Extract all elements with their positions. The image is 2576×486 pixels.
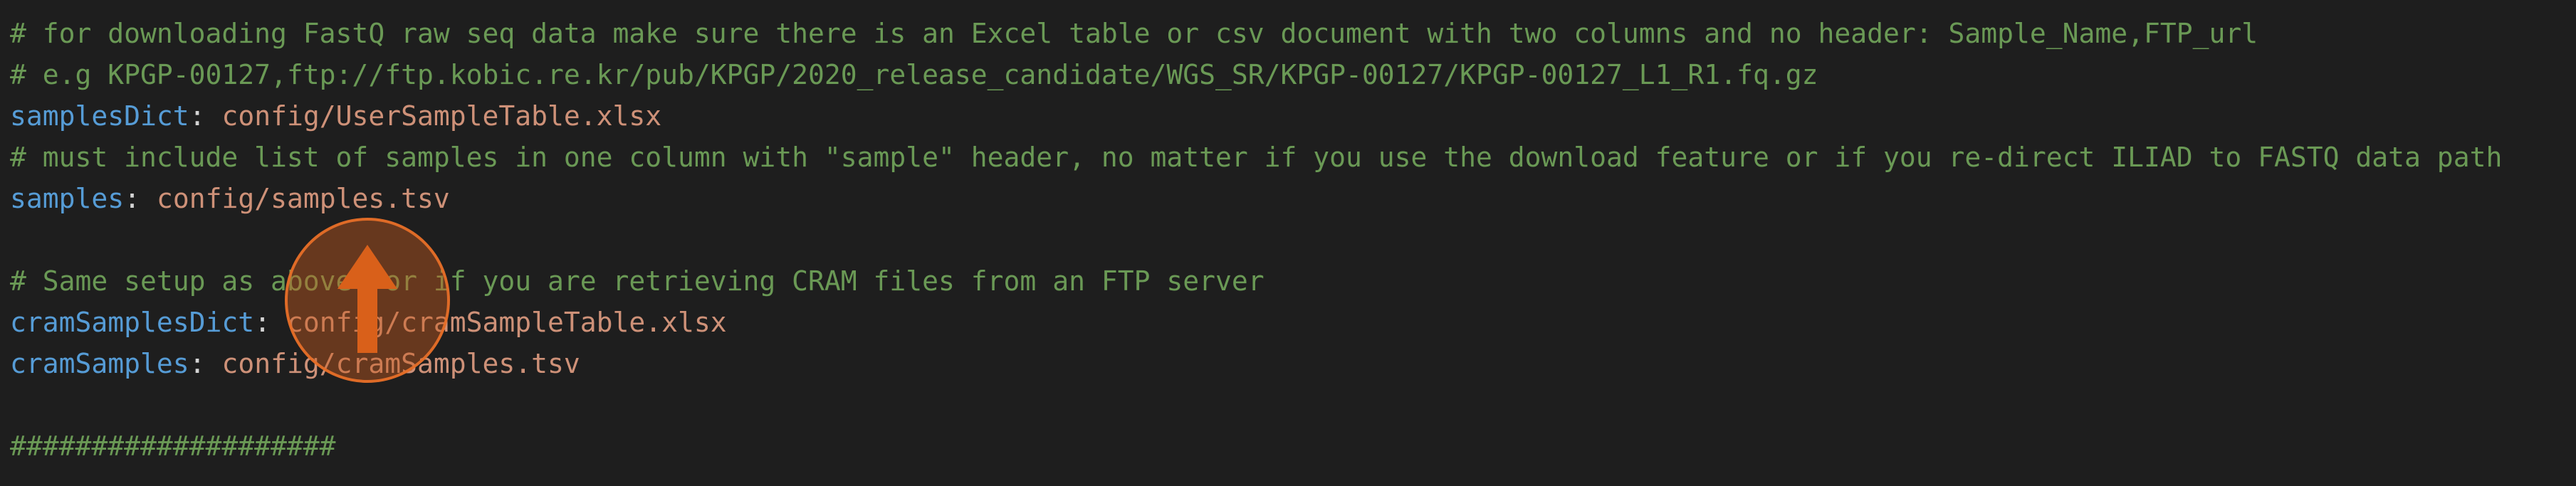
config-value: config/samples.tsv bbox=[156, 183, 450, 214]
config-line-samples[interactable]: samples: config/samples.tsv bbox=[10, 178, 450, 219]
comment-line-cram-note[interactable]: # Same setup as above for if you are ret… bbox=[10, 260, 1265, 302]
comment-text: # must include list of samples in one co… bbox=[10, 142, 2503, 173]
config-key: samplesDict bbox=[10, 100, 189, 132]
key-separator: : bbox=[189, 100, 206, 132]
key-separator: : bbox=[124, 183, 141, 214]
config-line-samplesdict[interactable]: samplesDict: config/UserSampleTable.xlsx bbox=[10, 95, 661, 137]
comment-text: #################### bbox=[10, 430, 336, 462]
comment-text: # e.g KPGP-00127,ftp://ftp.kobic.re.kr/p… bbox=[10, 59, 1818, 90]
config-key: cramSamplesDict bbox=[10, 307, 255, 338]
comment-line-example[interactable]: # e.g KPGP-00127,ftp://ftp.kobic.re.kr/p… bbox=[10, 54, 1818, 95]
key-separator: : bbox=[254, 307, 271, 338]
comment-line-divider[interactable]: #################### bbox=[10, 426, 336, 467]
up-arrow-icon bbox=[337, 245, 397, 353]
config-key: cramSamples bbox=[10, 348, 189, 379]
code-editor[interactable]: # for downloading FastQ raw seq data mak… bbox=[0, 0, 2576, 486]
cursor-highlight bbox=[285, 218, 450, 383]
comment-line-download-note[interactable]: # for downloading FastQ raw seq data mak… bbox=[10, 13, 2258, 54]
comment-text: # for downloading FastQ raw seq data mak… bbox=[10, 18, 2258, 49]
key-separator: : bbox=[189, 348, 206, 379]
config-value: config/UserSampleTable.xlsx bbox=[221, 100, 662, 132]
config-key: samples bbox=[10, 183, 125, 214]
comment-text: # Same setup as above for if you are ret… bbox=[10, 265, 1265, 297]
comment-line-samples-note[interactable]: # must include list of samples in one co… bbox=[10, 137, 2502, 178]
